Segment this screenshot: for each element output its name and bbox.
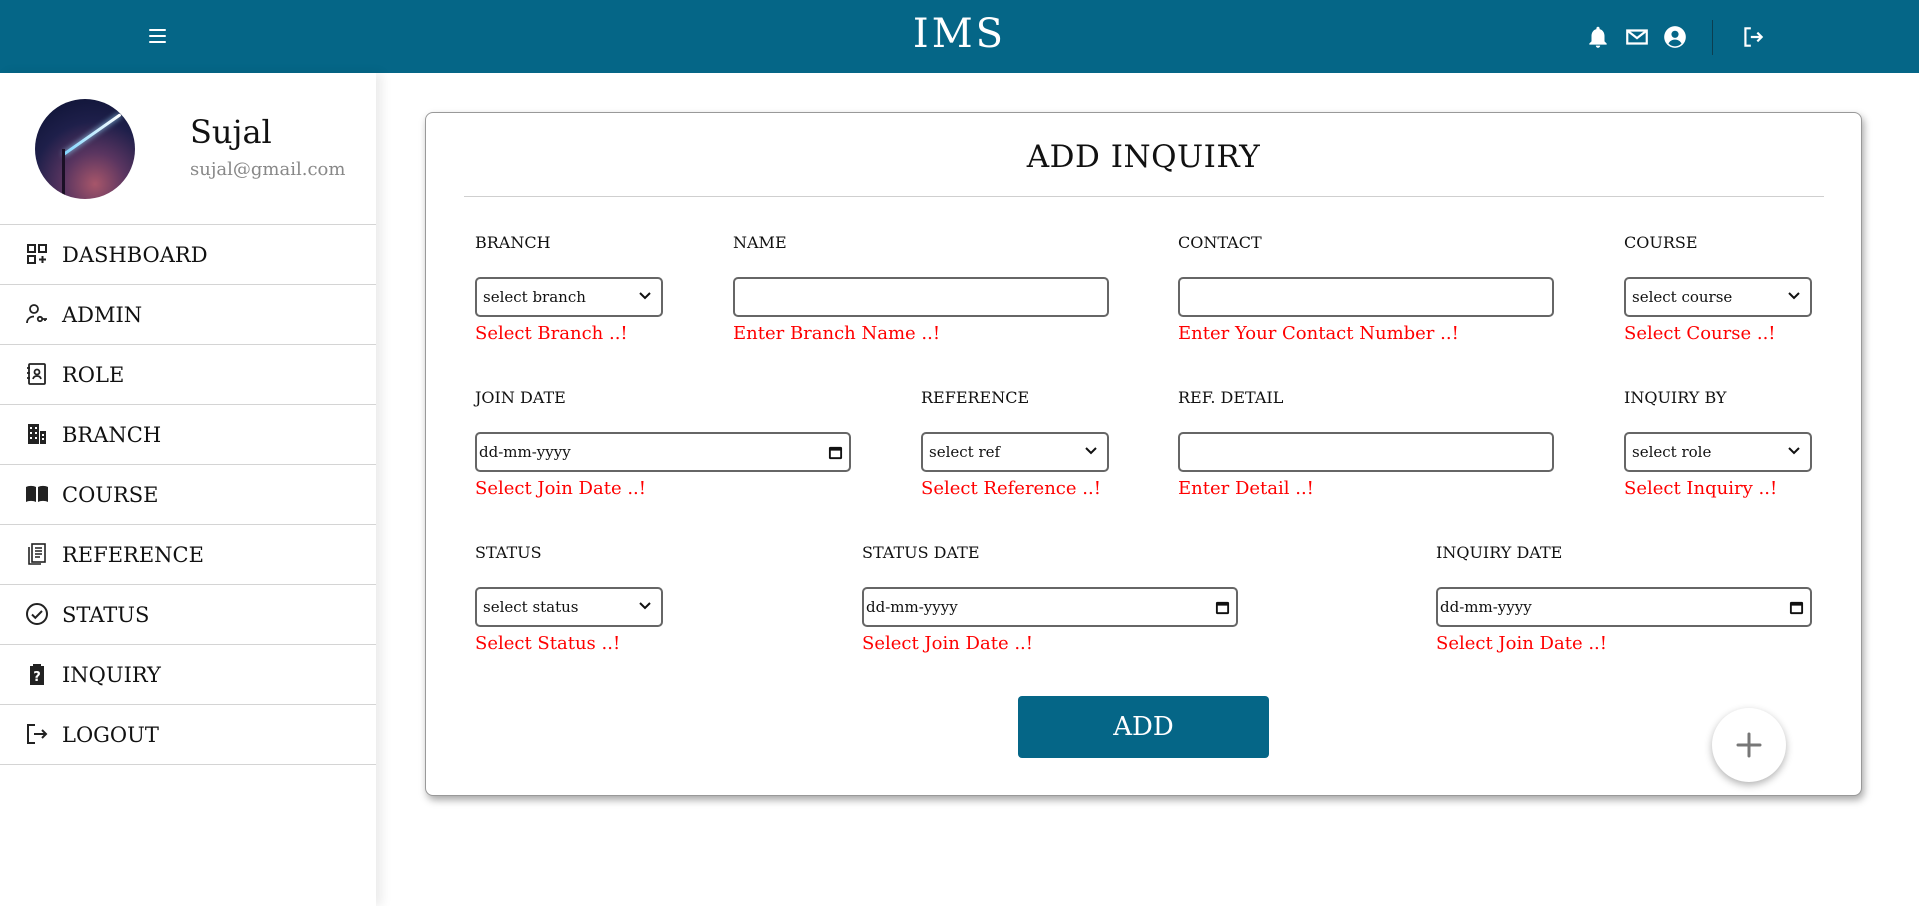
course-error: Select Course ..! — [1624, 323, 1776, 344]
status-error: Select Status ..! — [475, 633, 621, 654]
inquiry-date-value: dd-mm-yyyy — [1440, 598, 1532, 616]
admin-icon — [26, 304, 47, 324]
reference-select-value: select ref — [929, 443, 1001, 461]
profile-email: sujal@gmail.com — [190, 159, 346, 180]
chevron-down-icon — [1085, 447, 1097, 455]
inquiry-by-select-value: select role — [1632, 443, 1712, 461]
sidebar-item-label: COURSE — [62, 482, 159, 507]
sidebar-item-course[interactable]: COURSE — [0, 465, 376, 525]
sidebar-item-label: DASHBOARD — [62, 242, 208, 267]
join-date-value: dd-mm-yyyy — [479, 443, 571, 461]
sidebar-item-reference[interactable]: REFERENCE — [0, 525, 376, 585]
branch-label: BRANCH — [475, 233, 551, 252]
building-icon — [28, 424, 46, 444]
contact-error: Enter Your Contact Number ..! — [1178, 323, 1459, 344]
plus-icon — [1736, 732, 1762, 758]
floating-add-button[interactable] — [1712, 708, 1786, 782]
dashboard-icon — [27, 244, 47, 264]
course-select-value: select course — [1632, 288, 1733, 306]
book-icon — [26, 485, 48, 502]
reference-label: REFERENCE — [921, 388, 1030, 407]
join-date-error: Select Join Date ..! — [475, 478, 646, 499]
status-date-label: STATUS DATE — [862, 543, 980, 562]
sidebar-item-role[interactable]: ROLE — [0, 345, 376, 405]
contact-input[interactable] — [1178, 277, 1554, 317]
branch-select[interactable]: select branch — [475, 277, 663, 317]
status-label: STATUS — [475, 543, 542, 562]
chevron-down-icon — [639, 602, 651, 610]
account-icon[interactable] — [1662, 24, 1688, 50]
topbar-divider — [1712, 20, 1713, 55]
name-input[interactable] — [733, 277, 1109, 317]
contact-label: CONTACT — [1178, 233, 1262, 252]
course-select[interactable]: select course — [1624, 277, 1812, 317]
check-circle-icon — [26, 603, 48, 625]
ref-detail-label: REF. DETAIL — [1178, 388, 1284, 407]
sidebar-item-label: ADMIN — [62, 302, 143, 327]
sidebar-item-label: LOGOUT — [62, 722, 159, 747]
status-select[interactable]: select status — [475, 587, 663, 627]
sidebar-item-branch[interactable]: BRANCH — [0, 405, 376, 465]
status-date-error: Select Join Date ..! — [862, 633, 1033, 654]
calendar-icon[interactable] — [1789, 600, 1804, 615]
mail-icon[interactable] — [1624, 24, 1650, 50]
clipboard-question-icon: ? — [30, 664, 44, 685]
sidebar-item-status[interactable]: STATUS — [0, 585, 376, 645]
sidebar-item-label: BRANCH — [62, 422, 162, 447]
reference-select[interactable]: select ref — [921, 432, 1109, 472]
name-label: NAME — [733, 233, 787, 252]
title-divider — [464, 196, 1824, 197]
add-inquiry-card: ADD INQUIRY BRANCH select branch Select … — [425, 112, 1862, 796]
calendar-icon[interactable] — [828, 445, 843, 460]
inquiry-date-input[interactable]: dd-mm-yyyy — [1436, 587, 1812, 627]
bell-icon[interactable] — [1585, 24, 1611, 50]
calendar-icon[interactable] — [1215, 600, 1230, 615]
sidebar-item-inquiry[interactable]: ? INQUIRY — [0, 645, 376, 705]
inquiry-date-label: INQUIRY DATE — [1436, 543, 1563, 562]
course-label: COURSE — [1624, 233, 1698, 252]
profile-name: Sujal — [190, 113, 272, 151]
chevron-down-icon — [1788, 447, 1800, 455]
sidebar-item-logout[interactable]: LOGOUT — [0, 705, 376, 765]
sidebar-item-admin[interactable]: ADMIN — [0, 285, 376, 345]
svg-text:?: ? — [33, 670, 41, 685]
sidebar-item-label: INQUIRY — [62, 662, 161, 687]
sidebar: Sujal sujal@gmail.com DASHBOARD ADMIN RO… — [0, 73, 376, 906]
logout-icon[interactable] — [1740, 24, 1766, 50]
inquiry-date-error: Select Join Date ..! — [1436, 633, 1607, 654]
role-icon — [27, 363, 46, 385]
add-button[interactable]: ADD — [1018, 696, 1269, 758]
avatar — [35, 99, 135, 199]
branch-select-value: select branch — [483, 288, 586, 306]
inquiry-by-error: Select Inquiry ..! — [1624, 478, 1778, 499]
chevron-down-icon — [1788, 292, 1800, 300]
logout-icon — [27, 724, 48, 744]
sidebar-item-dashboard[interactable]: DASHBOARD — [0, 225, 376, 285]
sidebar-item-label: REFERENCE — [62, 542, 204, 567]
join-date-label: JOIN DATE — [475, 388, 566, 407]
inquiry-by-select[interactable]: select role — [1624, 432, 1812, 472]
form-title: ADD INQUIRY — [1026, 139, 1261, 175]
profile-card: Sujal sujal@gmail.com — [0, 73, 376, 225]
ref-detail-input[interactable] — [1178, 432, 1554, 472]
chevron-down-icon — [639, 292, 651, 300]
status-date-value: dd-mm-yyyy — [866, 598, 958, 616]
join-date-input[interactable]: dd-mm-yyyy — [475, 432, 851, 472]
status-date-input[interactable]: dd-mm-yyyy — [862, 587, 1238, 627]
top-navbar: IMS — [0, 0, 1919, 73]
ref-detail-error: Enter Detail ..! — [1178, 478, 1314, 499]
reference-error: Select Reference ..! — [921, 478, 1101, 499]
inquiry-by-label: INQUIRY BY — [1624, 388, 1727, 407]
status-select-value: select status — [483, 598, 579, 616]
sidebar-item-label: ROLE — [62, 362, 125, 387]
sidebar-item-label: STATUS — [62, 602, 150, 627]
reference-icon — [28, 543, 46, 565]
branch-error: Select Branch ..! — [475, 323, 628, 344]
name-error: Enter Branch Name ..! — [733, 323, 941, 344]
